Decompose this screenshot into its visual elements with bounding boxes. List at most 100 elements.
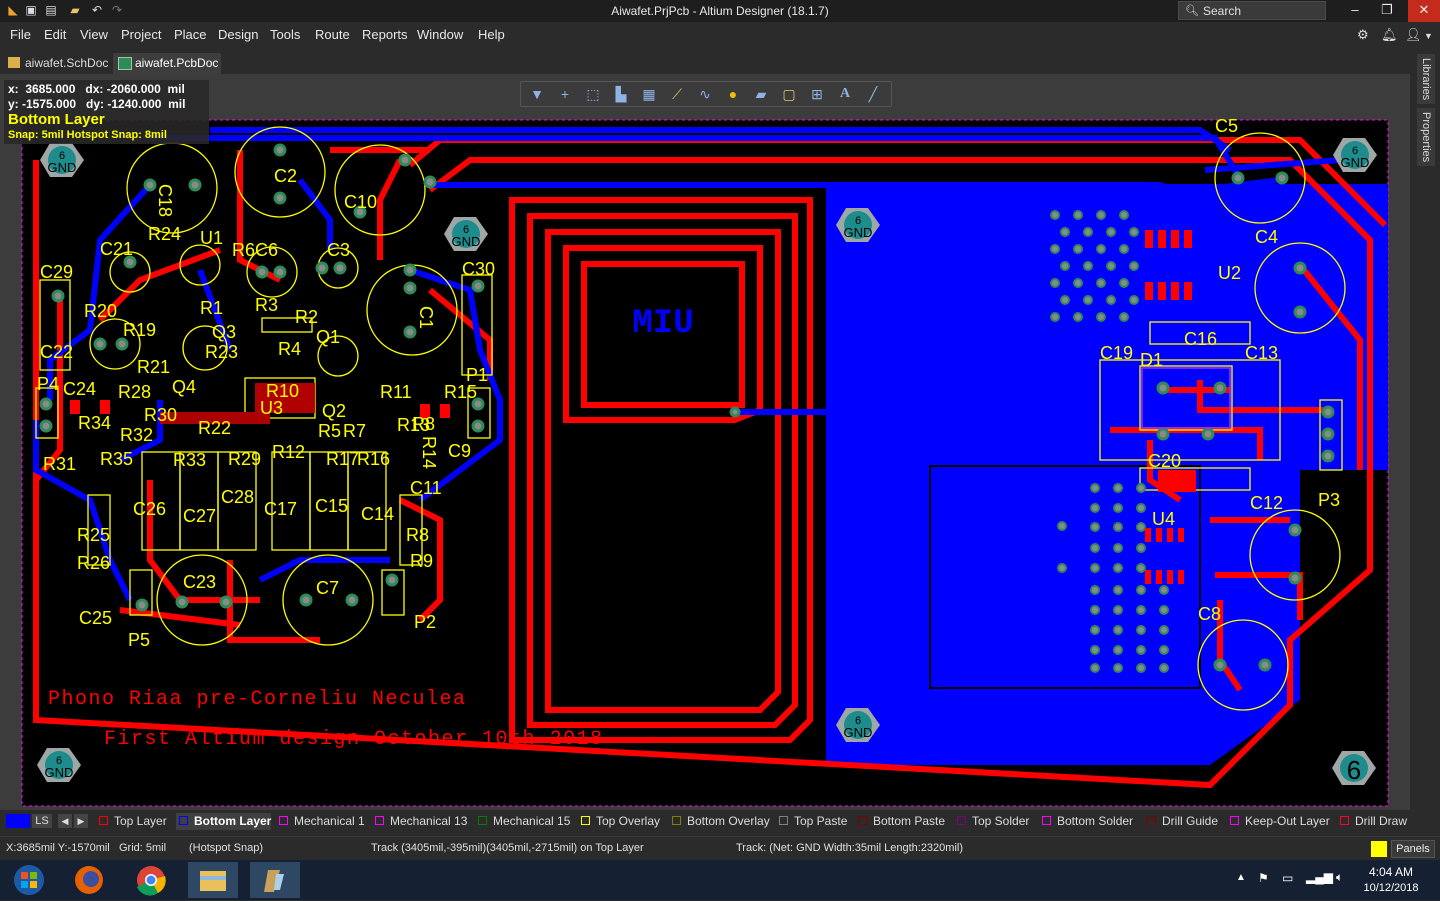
- designator-c15[interactable]: C15: [315, 496, 348, 516]
- designator-c29[interactable]: C29: [40, 262, 73, 282]
- bell-icon[interactable]: 🔔︎: [1381, 27, 1398, 43]
- designator-r29[interactable]: R29: [228, 449, 261, 469]
- dimension-icon[interactable]: ⊞: [807, 85, 827, 103]
- designator-r15[interactable]: R15: [444, 382, 477, 402]
- designator-r31[interactable]: R31: [43, 454, 76, 474]
- designator-p2[interactable]: P2: [414, 612, 436, 632]
- designator-r8[interactable]: R8: [412, 414, 435, 434]
- designator-c10[interactable]: C10: [344, 192, 377, 212]
- align-icon[interactable]: ▙: [611, 85, 631, 103]
- maximize-button[interactable]: ❐: [1372, 0, 1402, 22]
- designator-r6[interactable]: R6: [232, 240, 255, 260]
- designator-r5[interactable]: R5: [318, 421, 341, 441]
- tray-time[interactable]: 4:04 AM: [1356, 865, 1426, 879]
- designator-r25[interactable]: R25: [77, 525, 110, 545]
- designator-c14[interactable]: C14: [361, 504, 394, 524]
- string-icon[interactable]: A: [835, 85, 855, 103]
- menu-place[interactable]: Place: [174, 27, 207, 42]
- designator-c5[interactable]: C5: [1215, 116, 1238, 136]
- designator-c17[interactable]: C17: [264, 499, 297, 519]
- designator-c16[interactable]: C16: [1184, 329, 1217, 349]
- layer-tab-top-overlay[interactable]: Top Overlay: [578, 813, 660, 830]
- designator-r20[interactable]: R20: [84, 301, 117, 321]
- designator-c9[interactable]: C9: [448, 441, 471, 461]
- pcb-canvas[interactable]: 6 GND 6 GND 6 GND 6 GND 6 GND 6 GND 6 MIU Phon…: [0, 74, 1410, 810]
- designator-r28[interactable]: R28: [118, 382, 151, 402]
- line-icon[interactable]: ╱: [863, 85, 883, 103]
- designator-q1[interactable]: Q1: [316, 327, 340, 347]
- designator-r1[interactable]: R1: [200, 298, 223, 318]
- tray-chevron-icon[interactable]: ▲: [1236, 872, 1246, 883]
- chrome-icon[interactable]: [126, 862, 176, 898]
- layer-tab-keep-out-layer[interactable]: Keep-Out Layer: [1227, 813, 1330, 830]
- properties-panel-tab[interactable]: Properties: [1417, 108, 1435, 166]
- gear-icon[interactable]: ⚙: [1357, 27, 1369, 43]
- designator-r11[interactable]: R11: [380, 382, 412, 402]
- designator-p5[interactable]: P5: [128, 630, 150, 650]
- firefox-icon[interactable]: [64, 862, 114, 898]
- via-icon[interactable]: ●: [723, 85, 743, 103]
- menu-route[interactable]: Route: [315, 27, 350, 42]
- tab-pcbdoc[interactable]: aiwafet.PcbDoc: [113, 53, 221, 74]
- filter-icon[interactable]: ▼: [527, 85, 547, 103]
- layer-tab-mechanical-13[interactable]: Mechanical 13: [372, 813, 467, 830]
- menu-edit[interactable]: Edit: [44, 27, 66, 42]
- menu-reports[interactable]: Reports: [362, 27, 408, 42]
- menu-help[interactable]: Help: [478, 27, 505, 42]
- designator-r23[interactable]: R23: [205, 342, 238, 362]
- designator-r3[interactable]: R3: [255, 295, 278, 315]
- designator-c2[interactable]: C2: [274, 166, 297, 186]
- designator-r17[interactable]: R17: [326, 449, 359, 469]
- designator-p4[interactable]: P4: [37, 374, 59, 394]
- menu-project[interactable]: Project: [121, 27, 161, 42]
- designator-r34[interactable]: R34: [78, 413, 111, 433]
- user-icon[interactable]: 👤︎: [1405, 27, 1422, 43]
- designator-c21[interactable]: C21: [100, 239, 133, 259]
- file-explorer-icon[interactable]: [188, 862, 238, 898]
- layer-tab-top-solder[interactable]: Top Solder: [954, 813, 1029, 830]
- menu-design[interactable]: Design: [218, 27, 258, 42]
- designator-r19[interactable]: R19: [123, 320, 156, 340]
- designator-c11[interactable]: C11: [410, 478, 442, 498]
- layer-tab-bottom-solder[interactable]: Bottom Solder: [1039, 813, 1133, 830]
- tray-volume-icon[interactable]: 🔈︎: [1336, 870, 1343, 885]
- layer-next-button[interactable]: ▶: [74, 814, 88, 828]
- designator-c6[interactable]: C6: [255, 240, 278, 260]
- libraries-panel-tab[interactable]: Libraries: [1417, 54, 1435, 104]
- select-rect-icon[interactable]: ⬚: [583, 85, 603, 103]
- altium-designer-taskbar-icon[interactable]: [250, 862, 300, 898]
- designator-q2[interactable]: Q2: [322, 401, 346, 421]
- designator-c4[interactable]: C4: [1255, 227, 1278, 247]
- component-icon[interactable]: ▦: [639, 85, 659, 103]
- layer-tab-drill-guide[interactable]: Drill Guide: [1144, 813, 1218, 830]
- menu-tools[interactable]: Tools: [270, 27, 300, 42]
- layer-tab-bottom-paste[interactable]: Bottom Paste: [855, 813, 945, 830]
- designator-u2[interactable]: U2: [1218, 263, 1241, 283]
- designator-c8[interactable]: C8: [1198, 604, 1221, 624]
- designator-p3[interactable]: P3: [1318, 490, 1340, 510]
- designator-c28[interactable]: C28: [221, 487, 254, 507]
- layer-tab-top-paste[interactable]: Top Paste: [776, 813, 847, 830]
- layer-tab-mechanical-15[interactable]: Mechanical 15: [475, 813, 570, 830]
- designator-r30[interactable]: R30: [144, 405, 177, 425]
- cross-probe-icon[interactable]: +: [555, 85, 575, 103]
- chevron-down-icon[interactable]: ▼: [1424, 31, 1433, 41]
- designator-c3[interactable]: C3: [327, 240, 350, 260]
- layer-tab-top-layer[interactable]: Top Layer: [96, 813, 167, 830]
- layer-set-button[interactable]: LS: [32, 814, 52, 828]
- menu-window[interactable]: Window: [417, 27, 463, 42]
- designator-c26[interactable]: C26: [133, 499, 166, 519]
- designator-r24[interactable]: R24: [148, 224, 181, 244]
- tray-date[interactable]: 10/12/2018: [1356, 882, 1426, 894]
- designator-r14[interactable]: R14: [419, 436, 439, 469]
- designator-q4[interactable]: Q4: [172, 377, 196, 397]
- layer-tab-bottom-overlay[interactable]: Bottom Overlay: [669, 813, 770, 830]
- designator-r8[interactable]: R8: [406, 525, 429, 545]
- designator-r26[interactable]: R26: [77, 553, 110, 573]
- designator-r35[interactable]: R35: [100, 449, 133, 469]
- tab-schdoc[interactable]: aiwafet.SchDoc: [3, 53, 113, 74]
- designator-r9[interactable]: R9: [410, 551, 433, 571]
- designator-c27[interactable]: C27: [183, 506, 216, 526]
- menu-file[interactable]: File: [10, 27, 31, 42]
- layer-tab-bottom-layer[interactable]: Bottom Layer: [176, 813, 272, 830]
